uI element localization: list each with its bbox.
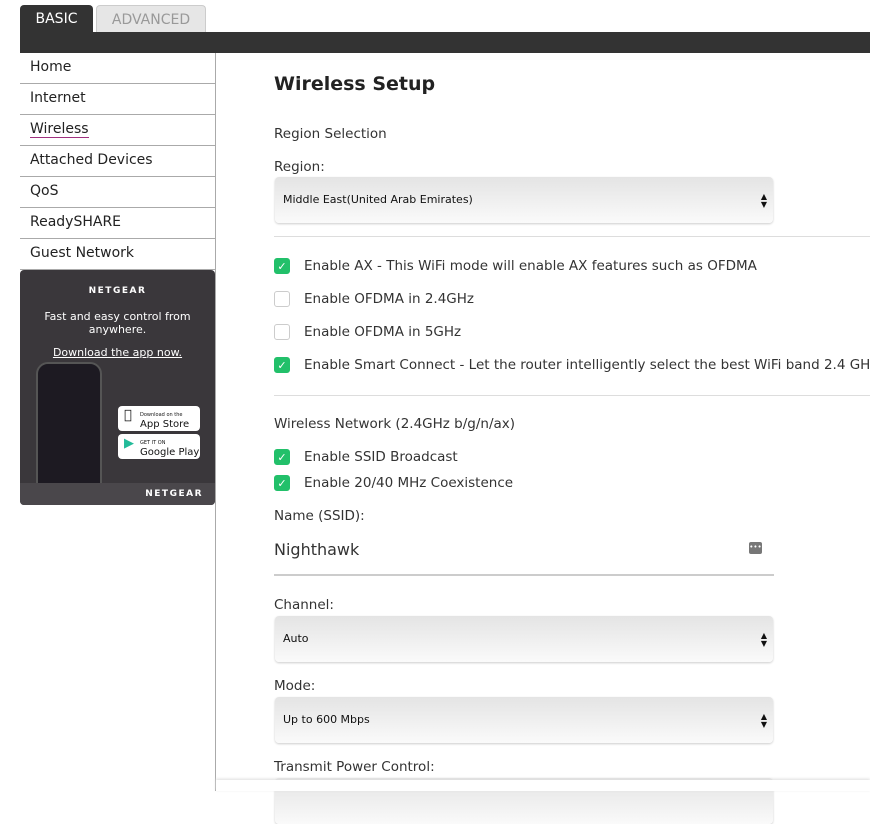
mode-label: Mode: xyxy=(274,678,316,694)
wireless-network-heading: Wireless Network (2.4GHz b/g/n/ax) xyxy=(274,416,516,432)
channel-value: Auto xyxy=(283,632,309,645)
check-icon: ✓ xyxy=(274,258,290,274)
sidebar-item-label: QoS xyxy=(30,183,59,199)
region-section-heading: Region Selection xyxy=(274,126,387,142)
badge-small-text: Download on the xyxy=(140,412,183,418)
mode-value: Up to 600 Mbps xyxy=(283,713,370,726)
app-store-button[interactable]:  Download on theApp Store xyxy=(118,406,200,431)
checkbox-box xyxy=(274,324,290,340)
sidebar-item-label: Attached Devices xyxy=(30,152,153,168)
sidebar-item-label: Internet xyxy=(30,90,86,106)
channel-label: Channel: xyxy=(274,597,334,613)
sidebar: Home Internet Wireless Attached Devices … xyxy=(20,53,216,270)
download-app-link[interactable]: Download the app now. xyxy=(20,346,215,359)
divider xyxy=(274,395,870,396)
check-icon: ✓ xyxy=(274,449,290,465)
mode-select[interactable]: Up to 600 Mbps ▲ ▼ xyxy=(275,697,773,743)
google-play-button[interactable]: ▶ GET IT ON Google Play xyxy=(118,434,200,459)
badge-text: Google Play xyxy=(140,447,200,458)
checkbox-label: Enable Smart Connect - Let the router in… xyxy=(304,357,870,373)
promo-tagline: Fast and easy control from anywhere. xyxy=(44,310,191,336)
enable-smart-connect-checkbox[interactable]: ✓ Enable Smart Connect - Let the router i… xyxy=(274,357,870,373)
checkbox-label: Enable OFDMA in 2.4GHz xyxy=(304,291,475,307)
sidebar-item-label: Wireless xyxy=(30,121,89,138)
apple-icon:  xyxy=(124,409,132,422)
checkbox-label: Enable 20/40 MHz Coexistence xyxy=(304,475,514,491)
checkbox-label: Enable SSID Broadcast xyxy=(304,449,458,465)
sidebar-item-qos[interactable]: QoS xyxy=(20,177,216,208)
ssid-label: Name (SSID): xyxy=(274,508,365,524)
tab-basic[interactable]: BASIC xyxy=(20,5,93,33)
enable-ofdma-24-checkbox[interactable]: Enable OFDMA in 2.4GHz xyxy=(274,291,474,307)
enable-ax-checkbox[interactable]: ✓ Enable AX - This WiFi mode will enable … xyxy=(274,258,757,274)
sidebar-item-label: ReadySHARE xyxy=(30,214,122,230)
badge-small-text: GET IT ON xyxy=(140,440,166,446)
sidebar-item-internet[interactable]: Internet xyxy=(20,84,216,115)
select-arrows-icon: ▲ ▼ xyxy=(760,712,767,729)
sidebar-item-home[interactable]: Home xyxy=(20,53,216,84)
badge-text: App Store xyxy=(140,419,190,430)
sidebar-item-label: Guest Network xyxy=(30,245,135,261)
region-value: Middle East(United Arab Emirates) xyxy=(283,193,473,206)
sidebar-item-wireless[interactable]: Wireless xyxy=(20,115,216,146)
check-icon: ✓ xyxy=(274,357,290,373)
google-play-icon: ▶ xyxy=(124,436,134,451)
bottom-edge xyxy=(216,780,870,791)
tab-advanced[interactable]: ADVANCED xyxy=(96,5,206,33)
enable-ofdma-5-checkbox[interactable]: Enable OFDMA in 5GHz xyxy=(274,324,461,340)
sidebar-item-attached-devices[interactable]: Attached Devices xyxy=(20,146,216,177)
select-arrows-icon: ▲ ▼ xyxy=(760,631,767,648)
netgear-logo: NETGEAR xyxy=(88,286,147,296)
top-bar xyxy=(20,32,870,53)
netgear-footer-logo: NETGEAR xyxy=(20,483,215,505)
enable-ssid-broadcast-checkbox[interactable]: ✓ Enable SSID Broadcast xyxy=(274,449,458,465)
enable-coexistence-checkbox[interactable]: ✓ Enable 20/40 MHz Coexistence xyxy=(274,475,513,491)
ssid-input[interactable]: Nighthawk ••• xyxy=(274,535,774,576)
channel-select[interactable]: Auto ▲ ▼ xyxy=(275,616,773,662)
divider xyxy=(274,236,870,237)
transmit-power-label: Transmit Power Control: xyxy=(274,759,435,775)
check-icon: ✓ xyxy=(274,475,290,491)
sidebar-item-readyshare[interactable]: ReadySHARE xyxy=(20,208,216,239)
checkbox-label: Enable OFDMA in 5GHz xyxy=(304,324,462,340)
ssid-value: Nighthawk xyxy=(274,540,360,559)
app-promo-banner: NETGEAR Fast and easy control from anywh… xyxy=(20,270,215,505)
page-title: Wireless Setup xyxy=(274,73,436,95)
sidebar-item-guest-network[interactable]: Guest Network xyxy=(20,239,216,270)
checkbox-box xyxy=(274,291,290,307)
checkbox-label: Enable AX - This WiFi mode will enable A… xyxy=(304,258,757,274)
region-select[interactable]: Middle East(United Arab Emirates) ▲ ▼ xyxy=(275,177,773,223)
sidebar-item-label: Home xyxy=(30,59,72,75)
password-manager-icon[interactable]: ••• xyxy=(749,542,762,554)
sidebar-divider xyxy=(215,53,216,791)
select-arrows-icon: ▲ ▼ xyxy=(760,192,767,209)
region-label: Region: xyxy=(274,159,325,175)
